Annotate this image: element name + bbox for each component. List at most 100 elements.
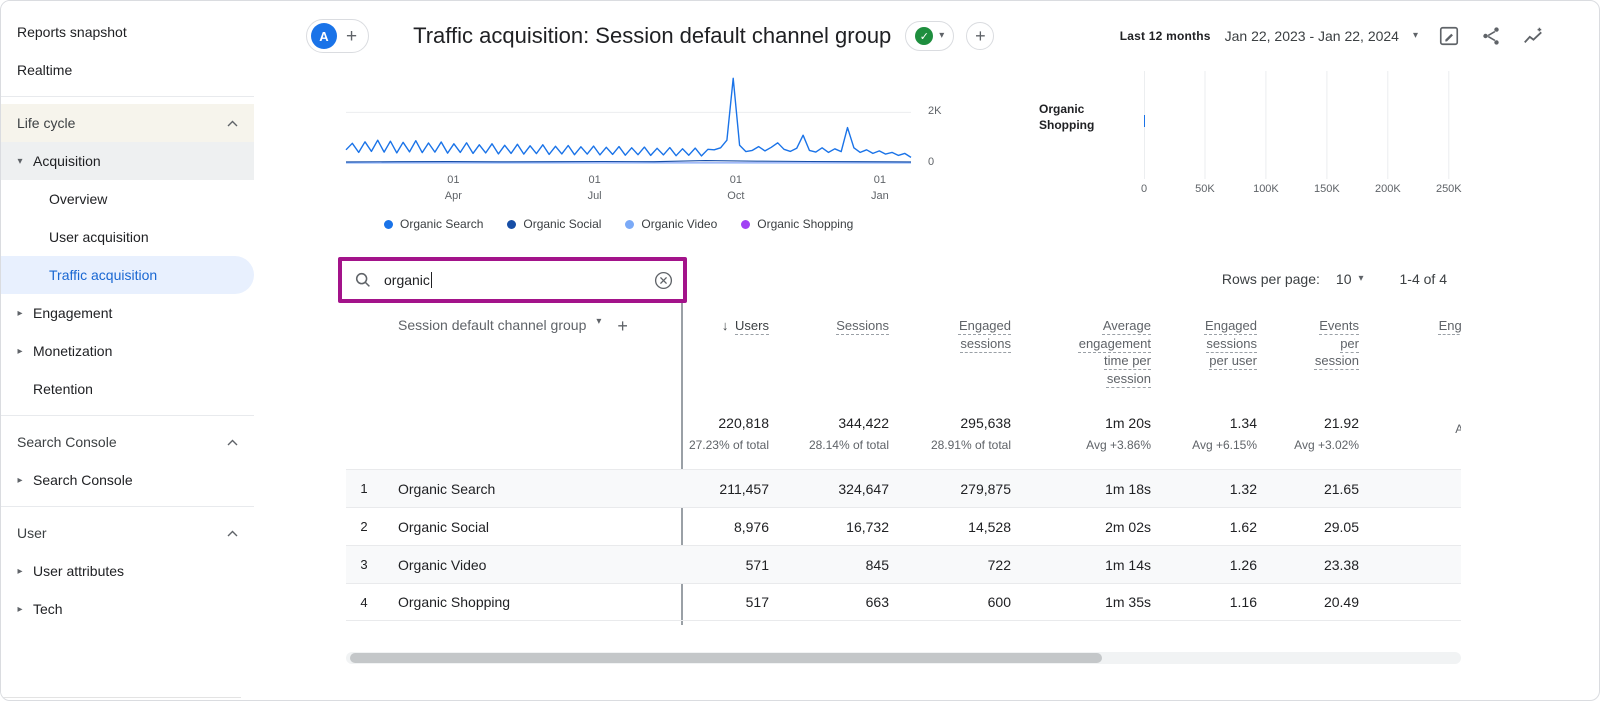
column-header[interactable]: Enga: [1439, 317, 1461, 335]
table-pagination-controls: Rows per page: 10 ▾ 1-4 of 4: [1222, 271, 1447, 287]
sidebar-item-traffic-acquisition[interactable]: Traffic acquisition: [1, 256, 254, 294]
divider: [1, 96, 254, 97]
table-row-organic-search[interactable]: 1Organic Search211,457324,647279,8751m 1…: [346, 469, 1461, 507]
column-header-cell: Engaged sessions: [891, 317, 1013, 413]
add-report-button[interactable]: +: [966, 22, 994, 50]
report-status-badge[interactable]: ✓ ▾: [905, 21, 954, 51]
sidebar-item-search-console[interactable]: ▸Search Console: [1, 461, 254, 499]
table-row-organic-social[interactable]: 2Organic Social8,97616,73214,5282m 02s1.…: [346, 507, 1461, 545]
legend-label: Organic Search: [400, 217, 483, 231]
add-comparison-icon[interactable]: +: [346, 27, 357, 46]
annotation-highlight: organic: [338, 257, 687, 303]
legend-item-organic-video: Organic Video: [625, 217, 717, 231]
legend-dot: [507, 220, 516, 229]
chevron-up-icon: [227, 120, 238, 127]
row-number: 4: [346, 595, 382, 610]
column-header[interactable]: Engaged sessions per user: [1193, 317, 1257, 370]
sidebar-item-monetization[interactable]: ▸Monetization: [1, 332, 254, 370]
column-header[interactable]: Average engagement time per session: [1063, 317, 1151, 387]
bar-axis-label: 0: [1141, 183, 1147, 195]
legend-item-organic-search: Organic Search: [384, 217, 483, 231]
line-chart-svg: [346, 71, 941, 166]
scrollbar-thumb[interactable]: [350, 653, 1102, 663]
ga4-traffic-acquisition-report: Reports snapshotRealtime Life cycle ▾Acqui…: [0, 0, 1600, 701]
sort-descending-icon[interactable]: ↓: [722, 318, 732, 333]
metric-value: 845: [771, 557, 891, 573]
rows-per-page-select[interactable]: 10 ▾: [1336, 271, 1364, 287]
add-secondary-dimension-button[interactable]: +: [617, 317, 628, 335]
totals-cell: 220,818 27.23% of total: [682, 415, 771, 469]
table-search-input[interactable]: organic: [342, 261, 683, 299]
channel-name: Organic Social: [382, 519, 682, 535]
horizontal-scrollbar[interactable]: [346, 652, 1461, 664]
total-value: 344,422: [771, 415, 889, 431]
search-icon: [354, 271, 372, 289]
total-value: 220,818: [682, 415, 769, 431]
section-label: Search Console: [17, 434, 117, 450]
table-row-organic-video[interactable]: 3Organic Video5718457221m 14s1.2623.38: [346, 545, 1461, 583]
column-header-cell: Enga: [1361, 317, 1461, 413]
chevron-down-icon[interactable]: ▾: [1413, 31, 1418, 41]
dimension-header-cell: Session default channel group ▾ +: [382, 317, 682, 413]
sidebar-item-reports-snapshot[interactable]: Reports snapshot: [1, 13, 254, 51]
date-range-selector[interactable]: Jan 22, 2023 - Jan 22, 2024: [1225, 28, 1399, 44]
total-subtext: Avg +3.02%: [1259, 438, 1359, 452]
column-header[interactable]: Events per session: [1307, 317, 1359, 370]
column-header[interactable]: Users: [735, 317, 769, 335]
row-number-header: [346, 317, 382, 413]
sidebar-item-engagement[interactable]: ▸Engagement: [1, 294, 254, 332]
totals-cell: 21.92Avg +3.02%: [1259, 415, 1361, 469]
series-organic-social: [346, 161, 911, 162]
section-label: Life cycle: [17, 115, 75, 131]
column-header-cell: ↓ Users: [682, 317, 771, 413]
sidebar-item-acquisition[interactable]: ▾Acquisition: [1, 142, 254, 180]
nav-label: User attributes: [33, 563, 124, 579]
metric-value: 1m 35s: [1013, 594, 1153, 610]
sidebar-section-search-console[interactable]: Search Console: [1, 423, 254, 461]
chevron-up-icon: [227, 530, 238, 537]
metric-value: 663: [771, 594, 891, 610]
sidebar-item-user-attributes[interactable]: ▸ User attributes: [1, 552, 254, 590]
total-subtext: 27.23% of total: [682, 438, 769, 452]
clear-search-icon[interactable]: [654, 271, 673, 290]
sidebar-item-user-acquisition[interactable]: User acquisition: [1, 218, 254, 256]
bar-axis-label: 200K: [1375, 183, 1401, 195]
total-subtext: 28.91% of total: [891, 438, 1011, 452]
sidebar-section-user[interactable]: User: [1, 514, 254, 552]
sidebar-section-life-cycle[interactable]: Life cycle: [1, 104, 254, 142]
section-label: User: [17, 525, 47, 541]
x-axis-label: 01Jan: [871, 173, 889, 205]
metric-value: 279,875: [891, 481, 1013, 497]
column-header[interactable]: Sessions: [836, 317, 889, 335]
chevron-right-icon: ▸: [11, 566, 29, 577]
nav-label: Retention: [33, 381, 93, 397]
sidebar-item-overview[interactable]: Overview: [1, 180, 254, 218]
metric-value: 211,457: [682, 481, 771, 497]
divider: [1, 415, 254, 416]
sidebar-item-realtime[interactable]: Realtime: [1, 51, 254, 89]
divider: [1, 697, 241, 698]
metric-value: 14,528: [891, 519, 1013, 535]
channel-name: Organic Video: [382, 557, 682, 573]
account-pill[interactable]: A +: [306, 19, 369, 53]
customize-report-icon[interactable]: [1438, 25, 1460, 47]
totals-row: 220,81827.23% of total344,42228.14% of t…: [346, 413, 1461, 469]
column-header[interactable]: Engaged sessions: [947, 317, 1011, 352]
share-icon[interactable]: [1480, 25, 1502, 47]
chevron-down-icon[interactable]: ▾: [596, 317, 601, 327]
sidebar-item-retention[interactable]: Retention: [1, 370, 254, 408]
totals-cell: 1m 20sAvg +3.86%: [1013, 415, 1153, 469]
users-bar-chart: Organic Shopping 050K100K150K200K250K: [1144, 71, 1474, 201]
page-title: Traffic acquisition: Session default cha…: [413, 23, 891, 49]
reports-sidebar: Reports snapshotRealtime Life cycle ▾Acqui…: [1, 1, 254, 700]
search-query-text: organic: [384, 272, 430, 288]
dimension-selector[interactable]: Session default channel group: [398, 317, 586, 333]
sidebar-item-tech[interactable]: ▸Tech: [1, 590, 254, 628]
traffic-line-chart: 02K 01Apr01Jul01Oct01Jan Organic SearchO…: [346, 71, 996, 246]
row-number: 2: [346, 519, 382, 534]
table-row-organic-shopping[interactable]: 4Organic Shopping5176636001m 35s1.1620.4…: [346, 583, 1461, 621]
metric-value: 1m 18s: [1013, 481, 1153, 497]
insights-icon[interactable]: [1522, 25, 1544, 47]
avatar[interactable]: A: [311, 23, 337, 49]
total-value: 1.34: [1153, 415, 1257, 431]
